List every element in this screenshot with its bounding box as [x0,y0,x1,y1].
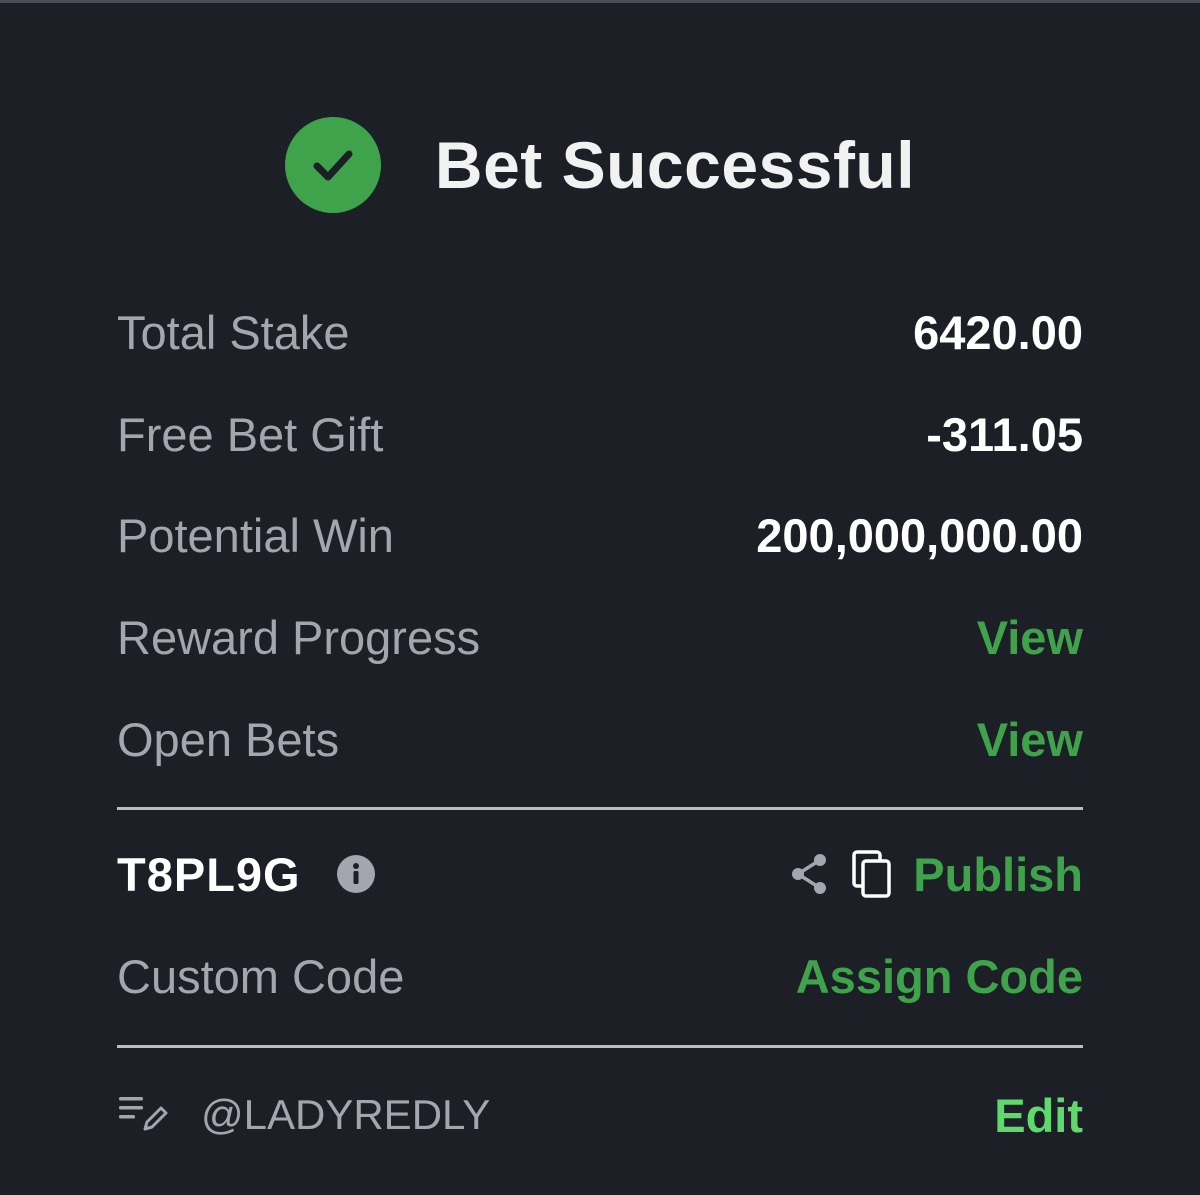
header: Bet Successful [0,115,1200,215]
booking-code: T8PL9G [117,847,301,901]
edit-list-icon [117,1093,169,1138]
custom-code-row: Custom Code Assign Code [117,941,1083,1011]
reward-progress-view-link[interactable]: View [977,610,1083,665]
copy-icon[interactable] [851,849,893,899]
username: @LADYREDLY [201,1091,491,1138]
assign-code-button[interactable]: Assign Code [796,949,1083,1004]
footer-user-group: @LADYREDLY [117,1091,490,1139]
publish-button[interactable]: Publish [913,847,1083,902]
open-bets-row: Open Bets View [117,704,1083,774]
share-icon[interactable] [789,852,829,896]
total-stake-label: Total Stake [117,305,350,359]
booking-actions: Publish [789,847,1083,902]
total-stake-value: 6420.00 [913,305,1083,359]
check-circle-icon [284,117,381,213]
open-bets-view-link[interactable]: View [977,712,1083,767]
potential-win-value: 200,000,000.00 [756,508,1083,562]
free-bet-value: -311.05 [926,407,1083,461]
booking-code-row: T8PL9G Publish [117,839,1083,909]
bet-success-panel: Bet Successful Total Stake 6420.00 Free … [0,0,1200,1195]
info-icon[interactable] [336,855,375,893]
total-stake-row: Total Stake 6420.00 [117,297,1083,367]
potential-win-label: Potential Win [117,508,394,562]
divider [117,1045,1083,1048]
custom-code-label: Custom Code [117,949,405,1003]
booking-code-group: T8PL9G [117,847,375,902]
free-bet-label: Free Bet Gift [117,407,384,461]
potential-win-row: Potential Win 200,000,000.00 [117,500,1083,570]
footer-row: @LADYREDLY Edit [117,1080,1083,1150]
page-title: Bet Successful [434,128,916,202]
edit-button[interactable]: Edit [994,1088,1083,1143]
open-bets-label: Open Bets [117,712,340,766]
divider [117,807,1083,810]
reward-progress-label: Reward Progress [117,610,481,664]
reward-progress-row: Reward Progress View [117,602,1083,672]
free-bet-row: Free Bet Gift -311.05 [117,399,1083,469]
